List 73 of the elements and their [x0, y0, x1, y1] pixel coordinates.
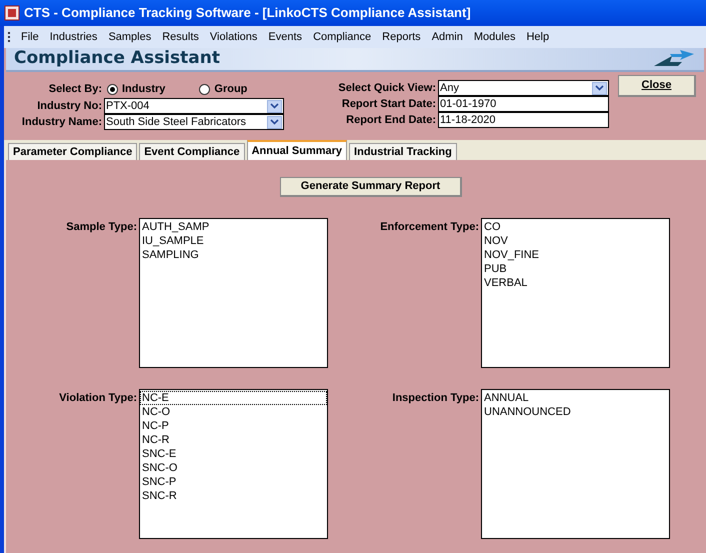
radio-button[interactable] [107, 84, 118, 94]
list-item[interactable]: NOV_FINE [482, 248, 669, 262]
list-item[interactable]: SNC-E [140, 447, 327, 461]
tab[interactable]: Annual Summary [246, 140, 348, 160]
caret-icon [595, 85, 604, 91]
field-label: Industry No: [36, 98, 103, 114]
field-label: Report Start Date: [340, 96, 437, 112]
menu-item[interactable]: Reports [382, 28, 421, 46]
field-value: Any [440, 82, 459, 94]
dropdown-button[interactable] [267, 116, 282, 128]
combo-box[interactable]: Any [438, 80, 609, 96]
list-item[interactable]: NC-R [140, 433, 327, 447]
menu-item[interactable]: Modules [474, 28, 516, 46]
dropdown-button[interactable] [267, 100, 282, 112]
menu-item[interactable]: Admin [432, 28, 463, 46]
list-item[interactable]: UNANNOUNCED [482, 405, 669, 419]
field-value: South Side Steel Fabricators [106, 116, 246, 128]
menu-item[interactable]: Violations [210, 28, 258, 46]
list-item[interactable]: NC-P [140, 419, 327, 433]
radio-label: Industry [122, 82, 166, 97]
list-item[interactable]: SAMPLING [140, 248, 327, 262]
header-title: Compliance Assistant [14, 47, 220, 70]
list-item[interactable]: NC-O [140, 405, 327, 419]
combo-box[interactable]: South Side Steel Fabricators [104, 114, 284, 130]
close-button[interactable]: Close [618, 74, 696, 97]
input-field[interactable]: 11-18-2020 [438, 112, 609, 128]
menu-item[interactable]: Industries [50, 28, 98, 46]
combo-box[interactable]: PTX-004 [104, 98, 284, 114]
list-item[interactable]: VERBAL [482, 276, 669, 290]
radio-button[interactable] [199, 84, 210, 94]
field-label: Select By: [48, 82, 103, 97]
generate-report-button[interactable]: Generate Summary Report [280, 177, 462, 197]
list-box[interactable]: AUTH_SAMP IU_SAMPLE SAMPLING [139, 218, 328, 368]
list-item[interactable]: SNC-O [140, 461, 327, 475]
menu-item[interactable]: Samples [108, 28, 152, 46]
list-item[interactable]: PUB [482, 262, 669, 276]
field-label: Select Quick View: [337, 80, 437, 96]
list-box[interactable]: ANNUAL UNANNOUNCED [481, 389, 670, 539]
caret-icon [270, 119, 279, 125]
list-item[interactable]: ANNUAL [482, 391, 669, 405]
tab[interactable]: Parameter Compliance [8, 143, 138, 160]
menu-item[interactable]: Results [162, 28, 199, 46]
menu-item[interactable]: Help [526, 28, 550, 46]
list-item[interactable]: AUTH_SAMP [140, 220, 327, 234]
list-item[interactable]: SNC-R [140, 489, 327, 503]
list-item[interactable]: SNC-P [140, 475, 327, 489]
input-field[interactable]: 01-01-1970 [438, 96, 609, 112]
list-label: Sample Type: [65, 220, 138, 235]
dropdown-button[interactable] [592, 82, 607, 94]
caret-icon [270, 103, 279, 109]
tab[interactable]: Industrial Tracking [349, 143, 457, 160]
field-label: Industry Name: [20, 114, 103, 130]
list-item[interactable]: CO [482, 220, 669, 234]
radio-label: Group [214, 82, 248, 97]
field-label: Report End Date: [345, 112, 437, 128]
app-icon [4, 5, 20, 21]
list-label: Enforcement Type: [379, 220, 480, 235]
field-value: PTX-004 [106, 100, 150, 112]
menu-item[interactable]: Events [268, 28, 302, 46]
list-box[interactable]: CO NOV NOV_FINE PUB VERBAL [481, 218, 670, 368]
list-label: Inspection Type: [391, 391, 480, 406]
list-item[interactable]: NC-E [140, 391, 327, 405]
tab[interactable]: Event Compliance [139, 143, 245, 160]
menu-item[interactable]: Compliance [313, 28, 372, 46]
window-title: CTS - Compliance Tracking Software - [LinkoCTS Compliance Assistant] [24, 4, 471, 22]
list-item[interactable]: IU_SAMPLE [140, 234, 327, 248]
list-item[interactable]: NOV [482, 234, 669, 248]
field-value: 01-01-1970 [440, 98, 496, 110]
list-label: Violation Type: [58, 391, 138, 406]
menu-item[interactable]: File [21, 28, 39, 46]
logo-icon [652, 50, 696, 68]
list-box[interactable]: NC-E NC-O NC-P NC-R SNC-E SNC-O SNC-P SNC-R [139, 389, 328, 539]
field-value: 11-18-2020 [440, 114, 496, 126]
